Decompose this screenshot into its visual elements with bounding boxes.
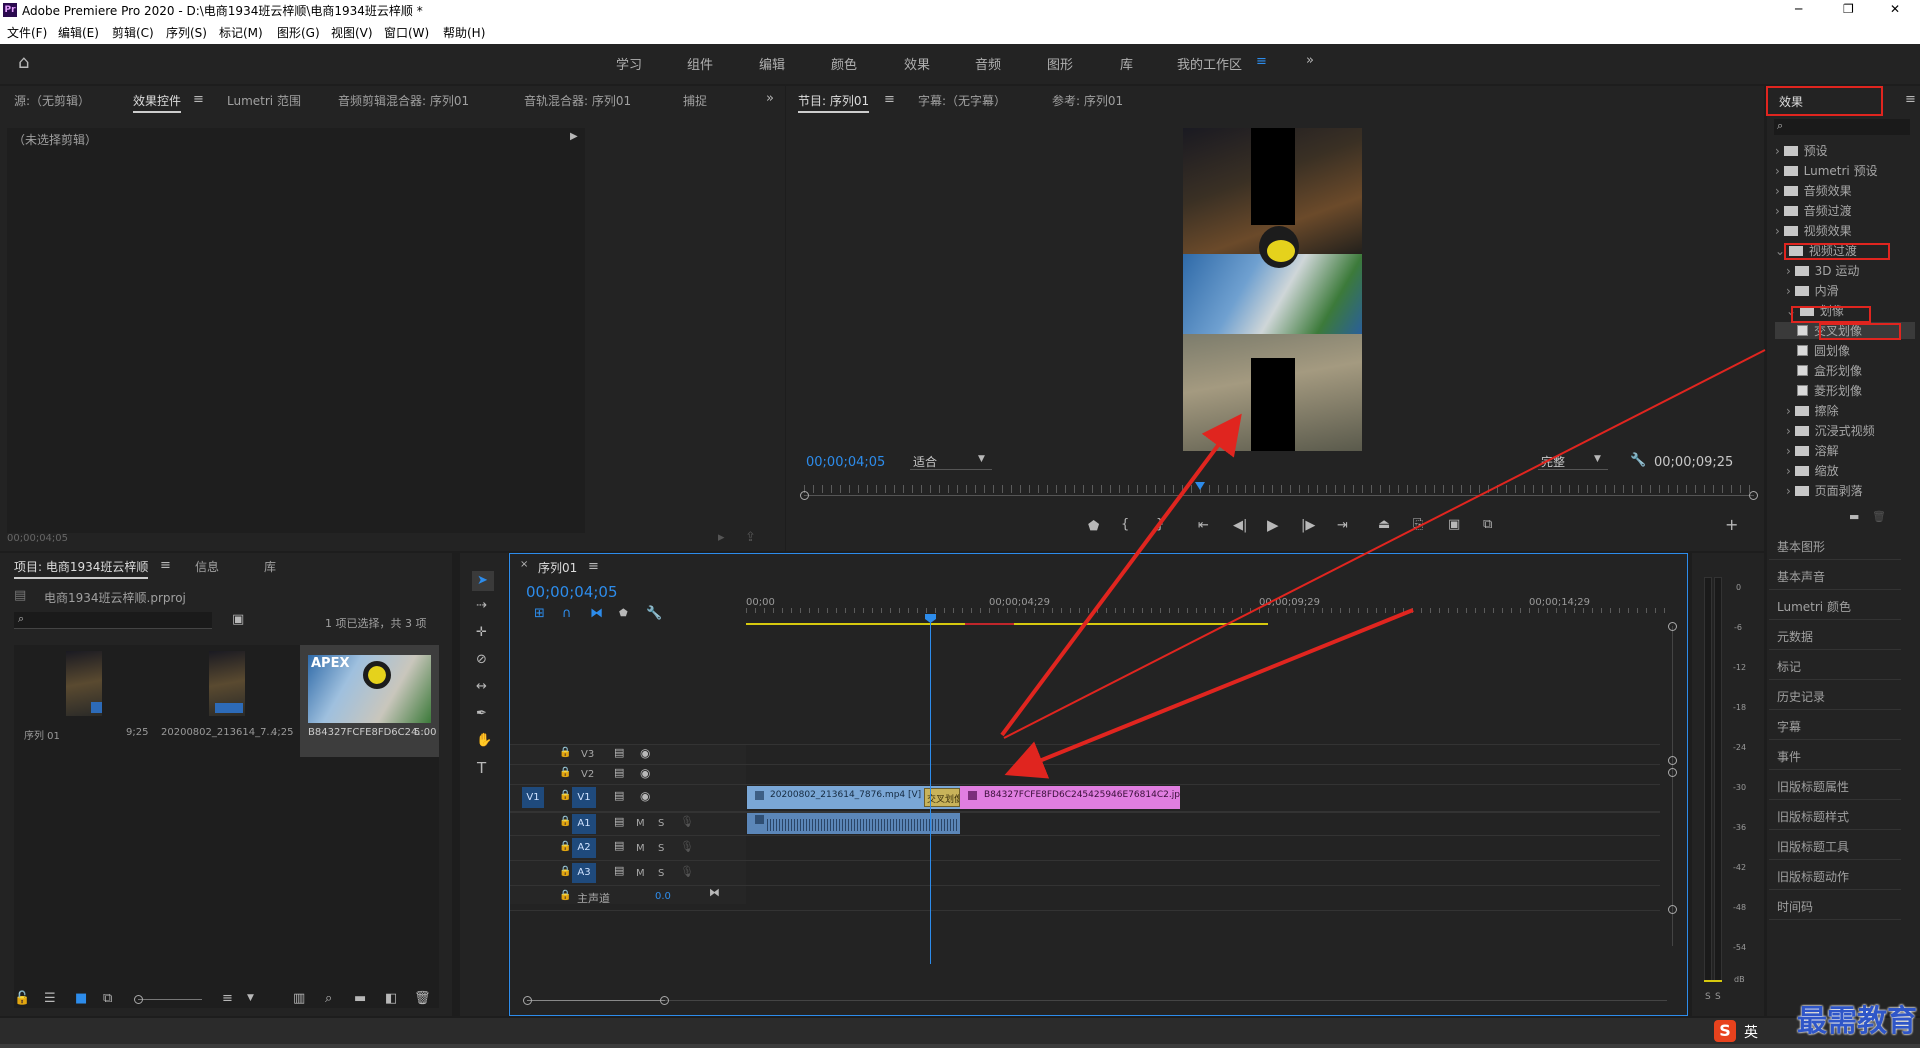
status-progress	[0, 1044, 1920, 1048]
arrow-from-effects	[1003, 349, 1766, 739]
annotation-arrows	[1000, 349, 1766, 779]
status-bar: S 英 最需教育	[0, 1004, 1920, 1048]
ime-language[interactable]: 英	[1744, 1022, 1758, 1042]
ime-logo-icon[interactable]: S	[1714, 1020, 1736, 1042]
arrow-to-timeline	[1004, 608, 1414, 779]
arrow-to-preview	[1000, 413, 1242, 737]
watermark-text: 最需教育	[1797, 1004, 1917, 1039]
